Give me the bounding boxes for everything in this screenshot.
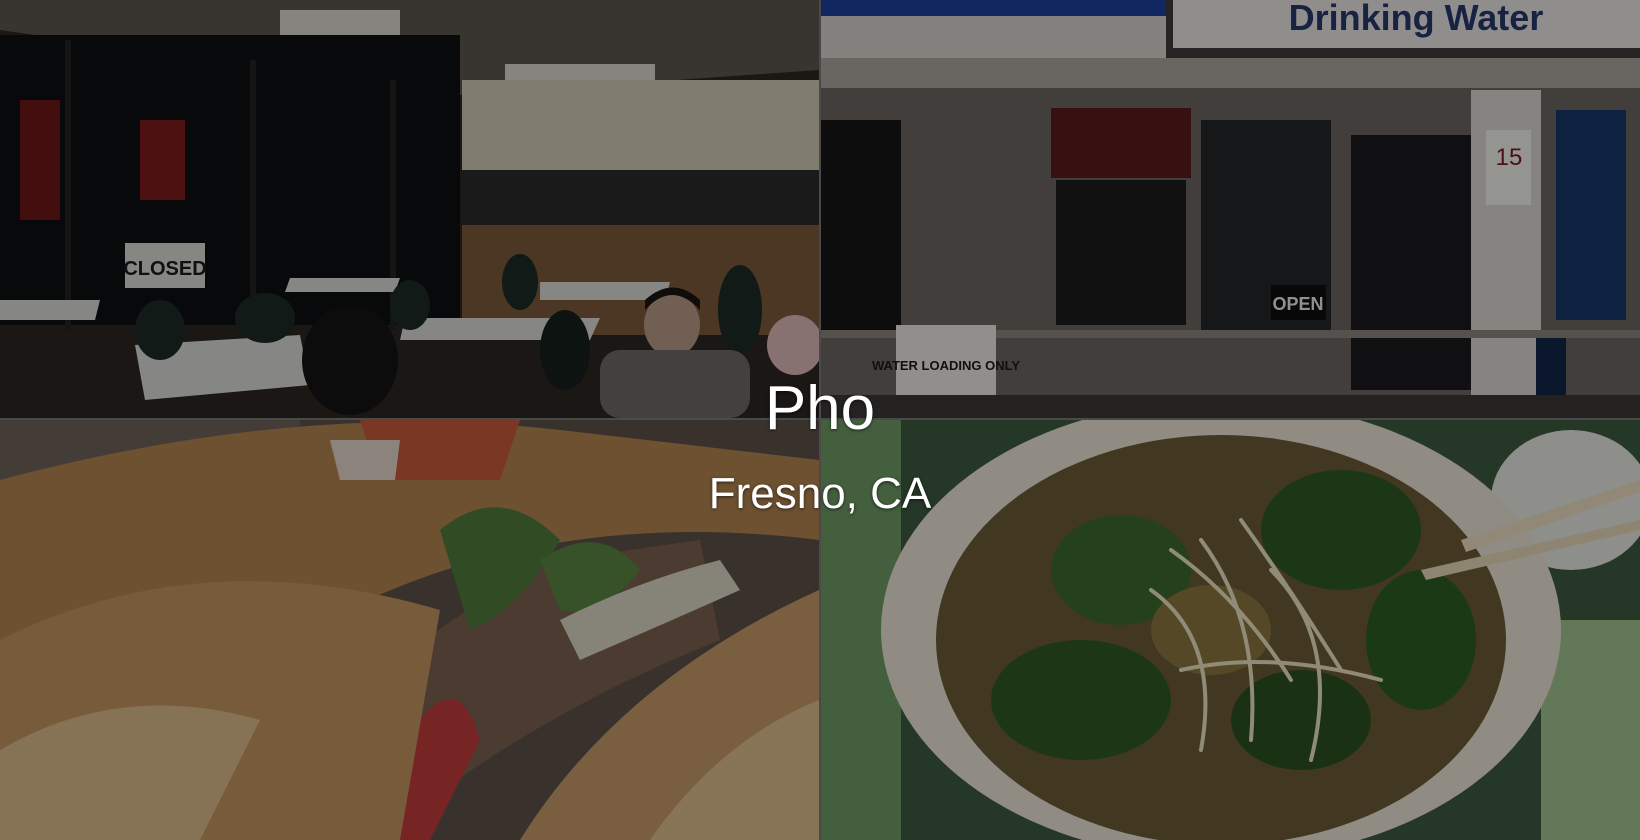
photo-storefront: Drinking Water OPEN 15 WATER LOADING ONL… [821,0,1640,418]
hero-location: Fresno, CA [708,469,932,518]
hero-caption: Pho Fresno, CA [0,378,1640,516]
hero-title: Pho [764,374,876,443]
parking-sign-text: 15 [1496,144,1523,171]
photo-restaurant-interior: CLOSED [0,0,819,418]
open-sign-text: OPEN [1272,294,1323,314]
parking-sign: 15 [1486,130,1531,205]
hero-banner: CLOSED Drinking Water OPEN 15 WATER LOAD… [0,0,1640,840]
water-loading-sign-text: WATER LOADING ONLY [872,358,1020,373]
open-sign: OPEN [1271,285,1326,320]
drinking-water-sign: Drinking Water [1173,0,1640,48]
closed-sign-text: CLOSED [123,258,206,280]
closed-sign: CLOSED [123,243,207,288]
drinking-water-sign-text: Drinking Water [1289,0,1544,38]
